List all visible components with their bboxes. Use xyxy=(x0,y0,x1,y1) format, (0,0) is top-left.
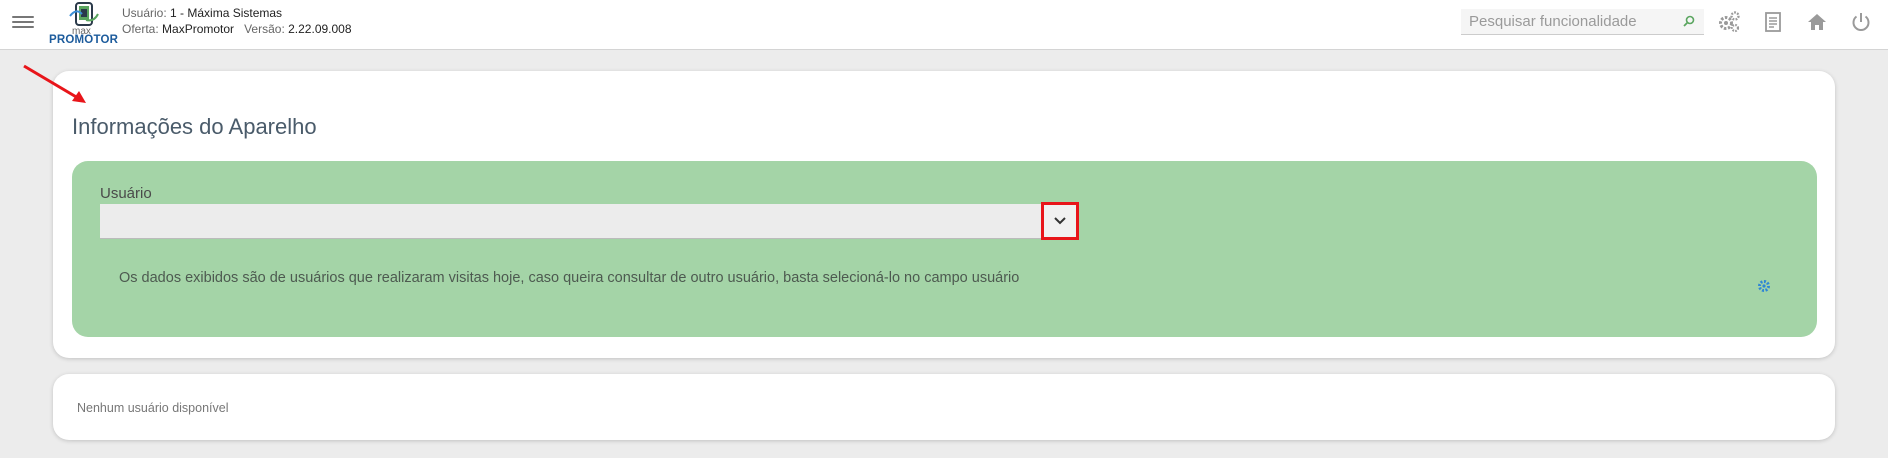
user-field-label: Usuário xyxy=(100,185,152,202)
logo-text-promotor: PROMOTOR xyxy=(49,34,119,46)
version-label: Versão: xyxy=(244,22,285,36)
home-icon[interactable] xyxy=(1805,10,1829,34)
user-info: Usuário: 1 - Máxima Sistemas Oferta: Max… xyxy=(122,5,352,37)
power-icon[interactable] xyxy=(1849,10,1873,34)
document-icon[interactable] xyxy=(1761,10,1785,34)
menu-icon[interactable] xyxy=(12,13,34,31)
annotation-arrow-icon xyxy=(23,64,86,103)
version-value: 2.22.09.008 xyxy=(288,22,352,36)
top-bar: max PROMOTOR Usuário: 1 - Máxima Sistema… xyxy=(0,0,1888,50)
search-box xyxy=(1461,9,1704,35)
filter-panel: Usuário Os dados exibidos são de usuário… xyxy=(72,161,1817,337)
user-select[interactable] xyxy=(100,204,1045,239)
gear-icon[interactable] xyxy=(1757,279,1771,293)
offer-label: Oferta: xyxy=(122,22,159,36)
user-value: 1 - Máxima Sistemas xyxy=(170,6,283,20)
search-icon[interactable] xyxy=(1682,14,1696,28)
page-title: Informações do Aparelho xyxy=(72,114,317,139)
settings-icon[interactable] xyxy=(1717,10,1741,34)
empty-message: Nenhum usuário disponível xyxy=(77,401,229,415)
chevron-down-icon xyxy=(1054,217,1066,225)
device-info-card: Informações do Aparelho Usuário Os dados… xyxy=(53,71,1835,358)
search-input[interactable] xyxy=(1461,9,1661,33)
info-text: Os dados exibidos são de usuários que re… xyxy=(119,270,1020,286)
user-label: Usuário: xyxy=(122,6,167,20)
user-select-dropdown-button[interactable] xyxy=(1041,202,1079,240)
results-card: Nenhum usuário disponível xyxy=(53,374,1835,440)
offer-value: MaxPromotor xyxy=(162,22,235,36)
